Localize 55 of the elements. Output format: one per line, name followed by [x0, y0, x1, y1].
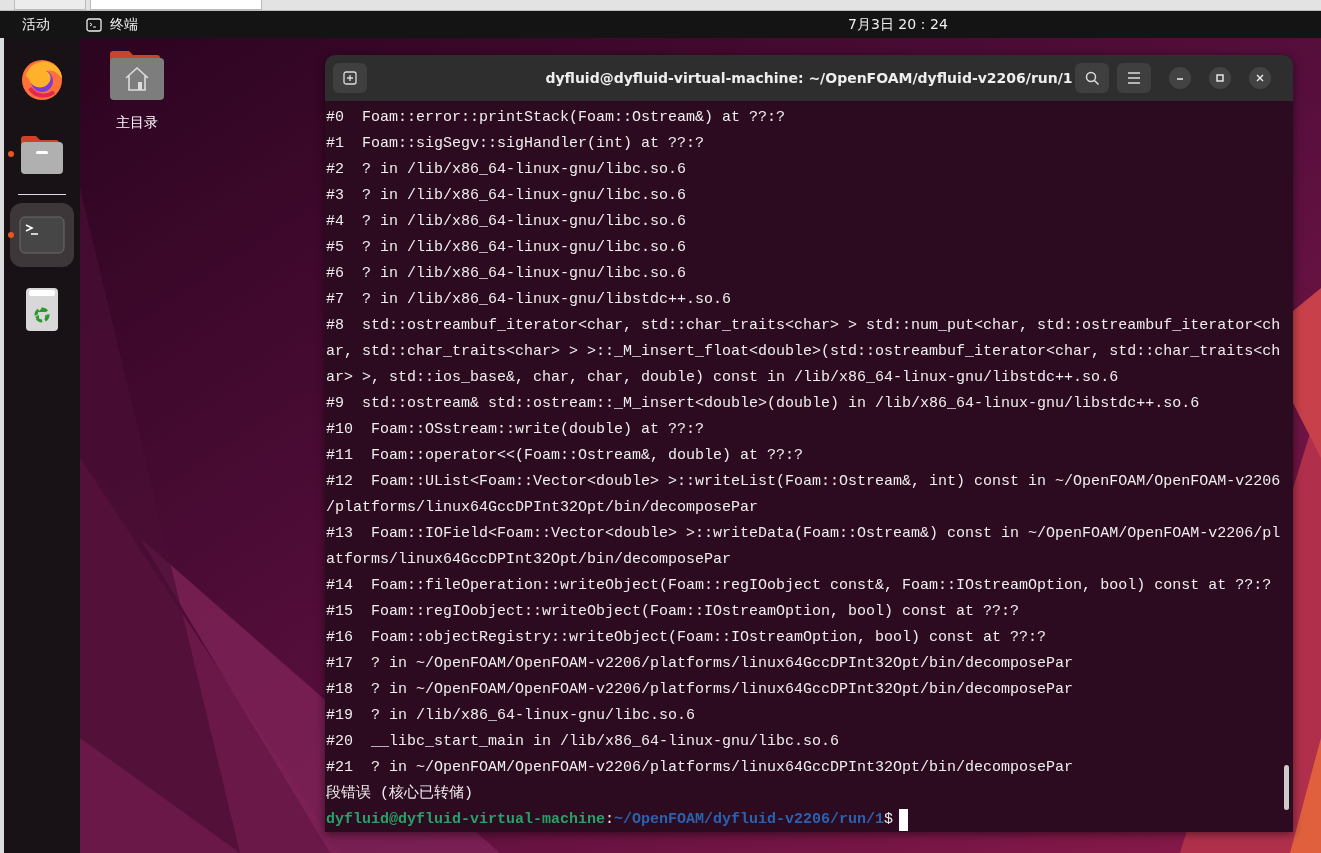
- terminal-line: #14 Foam::fileOperation::writeObject(Foam::regIOobject const&, Foam::IOstreamOption, bool) const at ??:?: [326, 576, 1272, 596]
- terminal-line: /platforms/linux64GccDPInt32Opt/bin/decomposePar: [326, 498, 759, 518]
- terminal-icon: [86, 17, 102, 32]
- terminal-line: #6 ? in /lib/x86_64-linux-gnu/libc.so.6: [326, 264, 687, 284]
- home-folder-icon[interactable]: [108, 48, 166, 102]
- terminal-line: #9 std::ostream& std::ostream::_M_insert<double>(double) in /lib/x86_64-linux-gnu/libstdc++.so.6: [326, 394, 1200, 414]
- terminal-line: #3 ? in /lib/x86_64-linux-gnu/libc.so.6: [326, 186, 687, 206]
- terminal-line: #17 ? in ~/OpenFOAM/OpenFOAM-v2206/platforms/linux64GccDPInt32Opt/bin/decomposePar: [326, 654, 1074, 674]
- terminal-line: #16 Foam::objectRegistry::writeObject(Foam::IOstreamOption, bool) const at ??:?: [326, 628, 1047, 648]
- terminal-icon[interactable]: [19, 216, 65, 254]
- terminal-line: #18 ? in ~/OpenFOAM/OpenFOAM-v2206/platforms/linux64GccDPInt32Opt/bin/decomposePar: [326, 680, 1074, 700]
- terminal-line: ar, std::char_traits<char> > >::_M_insert_float<double>(std::ostreambuf_iterator<char, std::char_traits<ch: [326, 342, 1281, 362]
- window-title: dyfluid@dyfluid-virtual-machine: ~/OpenFOAM/dyfluid-v2206/run/1: [545, 70, 1073, 86]
- prompt-path: ~/OpenFOAM/dyfluid-v2206/run/1: [614, 810, 885, 830]
- desktop-icon-label[interactable]: 主目录: [116, 114, 158, 132]
- maximize-icon: [1215, 73, 1225, 83]
- maximize-button[interactable]: [1209, 67, 1231, 89]
- menu-icon: [1127, 71, 1141, 85]
- browser-icon[interactable]: [20, 58, 64, 102]
- terminal-line: #11 Foam::operator<<(Foam::Ostream&, double) at ??:?: [326, 446, 804, 466]
- trash-icon[interactable]: [24, 286, 60, 332]
- terminal-line: 段错误 (核心已转储): [326, 783, 473, 804]
- terminal-line: #8 std::ostreambuf_iterator<char, std::char_traits<char> > std::num_put<char, std::ostreambuf_iterator<ch: [326, 316, 1281, 336]
- terminal-line: #13 Foam::IOField<Foam::Vector<double> >::writeData(Foam::Ostream&) const in ~/OpenFOAM/OpenFOAM-v2206/pl: [326, 524, 1281, 544]
- new-tab-button[interactable]: [333, 63, 367, 93]
- app-menu[interactable]: 终端: [110, 15, 138, 34]
- clock[interactable]: 7月3日 20：24: [848, 16, 948, 34]
- terminal-line: ar> >, std::ios_base&, char, char, double) const in /lib/x86_64-linux-gnu/libstdc++.so.6: [326, 368, 1119, 388]
- terminal-line: #10 Foam::OSstream::write(double) at ??:?: [326, 420, 705, 440]
- terminal-line: #15 Foam::regIOobject::writeObject(Foam::IOstreamOption, bool) const at ??:?: [326, 602, 1020, 622]
- prompt-separator: :: [605, 810, 615, 830]
- search-icon: [1085, 71, 1099, 85]
- terminal-line: atforms/linux64GccDPInt32Opt/bin/decomposePar: [326, 550, 732, 570]
- terminal-line: #19 ? in /lib/x86_64-linux-gnu/libc.so.6: [326, 706, 696, 726]
- terminal-line: #0 Foam::error::printStack(Foam::Ostream&) at ??:?: [326, 108, 786, 128]
- activities-button[interactable]: 活动: [22, 15, 50, 34]
- prompt-symbol: $: [884, 810, 894, 830]
- close-button[interactable]: [1249, 67, 1271, 89]
- close-icon: [1255, 73, 1265, 83]
- terminal-line: #20 __libc_start_main in /lib/x86_64-linux-gnu/libc.so.6: [326, 732, 840, 752]
- terminal-line: #1 Foam::sigSegv::sigHandler(int) at ??:?: [326, 134, 705, 154]
- folder-icon[interactable]: [19, 133, 65, 175]
- terminal-line: #12 Foam::UList<Foam::Vector<double> >::writeList(Foam::Ostream&, int) const in ~/OpenFOAM/OpenFOAM-v2206: [326, 472, 1281, 492]
- minimize-button[interactable]: [1169, 67, 1191, 89]
- terminal-line: #7 ? in /lib/x86_64-linux-gnu/libstdc++.so.6: [326, 290, 732, 310]
- terminal-line: #2 ? in /lib/x86_64-linux-gnu/libc.so.6: [326, 160, 687, 180]
- search-button[interactable]: [1075, 63, 1109, 93]
- terminal-line: #21 ? in ~/OpenFOAM/OpenFOAM-v2206/platforms/linux64GccDPInt32Opt/bin/decomposePar: [326, 758, 1074, 778]
- text-cursor: [899, 809, 909, 831]
- add-icon: [343, 71, 357, 85]
- menu-button[interactable]: [1117, 63, 1151, 93]
- terminal-line: #4 ? in /lib/x86_64-linux-gnu/libc.so.6: [326, 212, 687, 232]
- scrollbar[interactable]: [1284, 765, 1289, 810]
- prompt-user-host: dyfluid@dyfluid-virtual-machine: [326, 810, 606, 830]
- terminal-line: #5 ? in /lib/x86_64-linux-gnu/libc.so.6: [326, 238, 687, 258]
